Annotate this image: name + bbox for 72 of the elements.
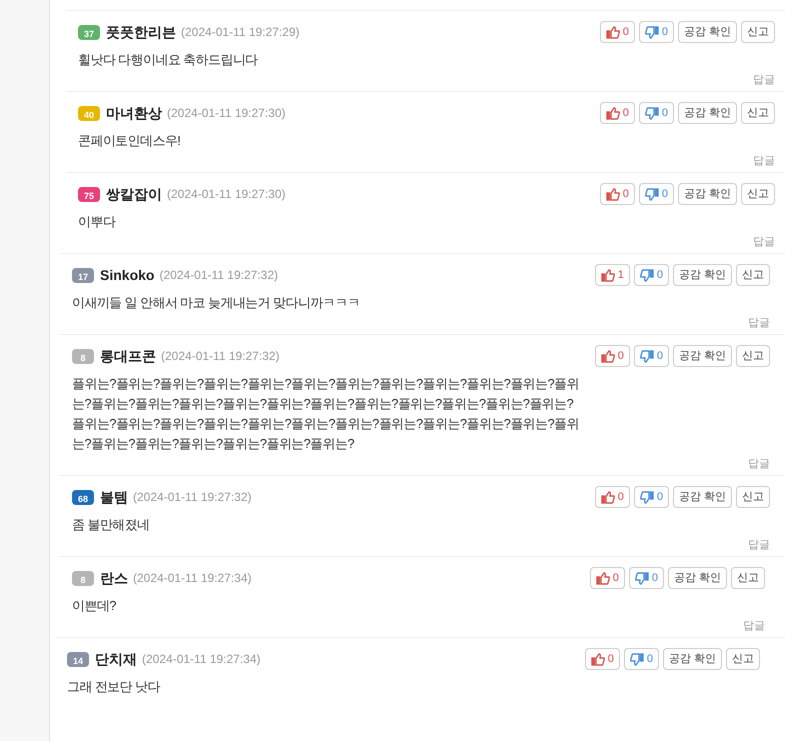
- report-button[interactable]: 신고: [726, 648, 760, 670]
- comment-text: 그래 전보단 낫다: [67, 678, 162, 696]
- thumbs-down-icon: [644, 106, 659, 120]
- report-button[interactable]: 신고: [736, 486, 770, 508]
- comment-text: 이새끼들 일 안해서 마코 늦게내는거 맞다니까ㅋㅋㅋ: [72, 294, 361, 312]
- comment-text: 이뿌다: [78, 213, 117, 231]
- user-name[interactable]: 란스: [100, 568, 128, 588]
- thumbs-down-icon: [640, 268, 654, 282]
- thumbs-down-icon: [640, 490, 654, 504]
- thumbs-up-icon: [600, 268, 615, 282]
- comment-text: 좀 불만해졌네: [72, 516, 150, 534]
- empathy-button[interactable]: 공감 확인: [678, 102, 737, 124]
- thumbs-down-icon: [640, 350, 654, 362]
- thumbs-down-icon: [630, 652, 644, 666]
- user-name[interactable]: 풋풋한리븐: [106, 22, 176, 42]
- comment-time: (2024-01-11 19:27:32): [133, 489, 252, 506]
- report-button[interactable]: 신고: [736, 264, 770, 286]
- report-button[interactable]: 신고: [731, 567, 765, 589]
- thumbs-down-icon: [634, 572, 649, 584]
- report-button[interactable]: 신고: [736, 345, 770, 367]
- thumbs-down-icon: [644, 26, 659, 38]
- thumbs-down-icon: [644, 188, 659, 200]
- level-badge: 37: [78, 24, 100, 40]
- user-name[interactable]: 불템: [100, 486, 128, 508]
- thumbs-up-icon: [606, 26, 620, 38]
- thumbs-up-icon: [590, 652, 605, 666]
- like-button[interactable]: 1: [594, 264, 630, 286]
- comment-text: 이쁜데?: [72, 597, 117, 615]
- like-button[interactable]: 0: [600, 21, 635, 43]
- empathy-button[interactable]: 공감 확인: [678, 183, 737, 205]
- level-badge: 8: [72, 570, 94, 586]
- comment-text: 휠낫다 다행이네요 축하드립니다: [78, 51, 259, 69]
- level-badge: 14: [67, 652, 89, 666]
- like-button[interactable]: 0: [594, 345, 630, 367]
- report-button[interactable]: 신고: [741, 21, 775, 43]
- comment-time: (2024-01-11 19:27:30): [167, 186, 286, 203]
- like-button[interactable]: 0: [590, 567, 625, 589]
- user-name[interactable]: 마녀환상: [106, 102, 162, 124]
- like-button[interactable]: 0: [600, 102, 635, 124]
- level-badge: 17: [72, 268, 94, 282]
- comment-time: (2024-01-11 19:27:32): [159, 267, 278, 284]
- thumbs-up-icon: [606, 188, 620, 200]
- level-badge: 8: [72, 348, 94, 364]
- thumbs-up-icon: [600, 350, 615, 362]
- level-badge: 68: [72, 490, 94, 504]
- empathy-button[interactable]: 공감 확인: [672, 486, 732, 508]
- thumbs-up-icon: [596, 572, 610, 584]
- empathy-button[interactable]: 공감 확인: [672, 264, 732, 286]
- thumbs-up-icon: [606, 106, 620, 120]
- comment-time: (2024-01-11 19:27:34): [133, 570, 252, 587]
- empathy-button[interactable]: 공감 확인: [672, 345, 732, 367]
- level-badge: 75: [78, 186, 100, 202]
- empathy-button[interactable]: 공감 확인: [662, 648, 722, 670]
- comment-text: 플위는?플위는?플위는?플위는?플위는?플위는?플위는?플위는?플위는?플위는?플위는?플위는?플위는?플위는?플위는?플위는?플위는?플위는?플위는?플위는?플위는?플위는?플위는?플위는?플위는?플위는?플위는?플위는?플위는?플위는?플위는?플위는?플위는?플위는?플위는?플위는?플위는?플위는?플위는?플위는?플위는?: [72, 375, 580, 453]
- like-button[interactable]: 0: [600, 183, 635, 205]
- comment-time: (2024-01-11 19:27:32): [161, 348, 280, 365]
- user-name[interactable]: Sinkoko: [100, 264, 154, 286]
- comment-text: 콘페이토인데스우!: [78, 132, 182, 150]
- report-button[interactable]: 신고: [741, 102, 775, 124]
- user-name[interactable]: 단치재: [95, 648, 137, 670]
- like-button[interactable]: 0: [594, 486, 630, 508]
- comment-time: (2024-01-11 19:27:29): [181, 24, 300, 41]
- like-button[interactable]: 0: [584, 648, 620, 670]
- empathy-button[interactable]: 공감 확인: [668, 567, 727, 589]
- comment-time: (2024-01-11 19:27:30): [167, 105, 286, 122]
- report-button[interactable]: 신고: [741, 183, 775, 205]
- empathy-button[interactable]: 공감 확인: [678, 21, 737, 43]
- thumbs-up-icon: [600, 490, 615, 504]
- user-name[interactable]: 롱대프콘: [100, 346, 156, 366]
- user-name[interactable]: 쌍칼잡이: [106, 184, 162, 204]
- level-badge: 40: [78, 106, 100, 120]
- comment-time: (2024-01-11 19:27:34): [142, 651, 261, 668]
